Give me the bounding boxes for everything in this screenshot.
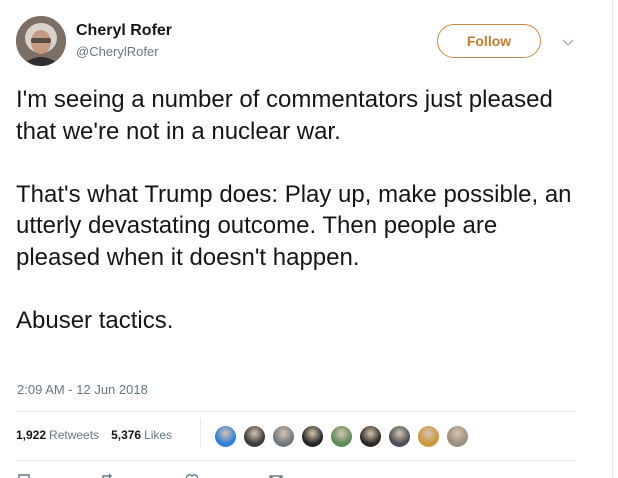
heart-icon[interactable] xyxy=(184,472,200,478)
avatar-icon[interactable] xyxy=(214,425,237,448)
avatar-icon[interactable] xyxy=(272,425,295,448)
likes-label: Likes xyxy=(144,428,173,442)
tweet-paragraph: That's what Trump does: Play up, make po… xyxy=(16,180,572,271)
right-border xyxy=(612,0,613,478)
tweet-paragraph: Abuser tactics. xyxy=(16,306,174,334)
reply-icon[interactable] xyxy=(16,472,32,478)
follow-button[interactable]: Follow xyxy=(437,24,541,58)
retweets-count: 1,922 xyxy=(16,428,47,442)
avatar-icon[interactable] xyxy=(359,425,382,448)
avatar-icon[interactable] xyxy=(388,425,411,448)
tweet-text: I'm seeing a number of commentators just… xyxy=(16,84,576,336)
retweet-icon[interactable] xyxy=(100,472,116,478)
author-handle[interactable]: @CherylRofer xyxy=(76,44,159,59)
avatar-icon[interactable] xyxy=(330,425,353,448)
likes-stat[interactable]: 5,376 Likes xyxy=(111,428,172,442)
author-name[interactable]: Cheryl Rofer xyxy=(76,22,172,40)
stats-divider xyxy=(200,418,201,448)
chevron-down-icon[interactable] xyxy=(561,35,575,49)
divider xyxy=(16,460,576,461)
avatar-icon[interactable] xyxy=(417,425,440,448)
avatar-icon[interactable] xyxy=(446,425,469,448)
tweet-timestamp[interactable]: 2:09 AM - 12 Jun 2018 xyxy=(17,382,148,397)
retweets-label: Retweets xyxy=(49,428,100,442)
avatar-icon[interactable] xyxy=(243,425,266,448)
likes-count: 5,376 xyxy=(111,428,142,442)
tweet-stats: 1,922 Retweets 5,376 Likes xyxy=(16,428,172,442)
retweets-stat[interactable]: 1,922 Retweets xyxy=(16,428,99,442)
divider xyxy=(16,411,576,412)
tweet-page: Cheryl Rofer @CherylRofer Follow I'm see… xyxy=(0,0,618,478)
tweet-paragraph: I'm seeing a number of commentators just… xyxy=(16,86,553,145)
author-avatar[interactable] xyxy=(16,16,66,66)
message-icon[interactable] xyxy=(268,472,284,478)
avatar-icon[interactable] xyxy=(301,425,324,448)
liker-avatars xyxy=(214,425,475,448)
tweet-actions xyxy=(16,468,576,478)
